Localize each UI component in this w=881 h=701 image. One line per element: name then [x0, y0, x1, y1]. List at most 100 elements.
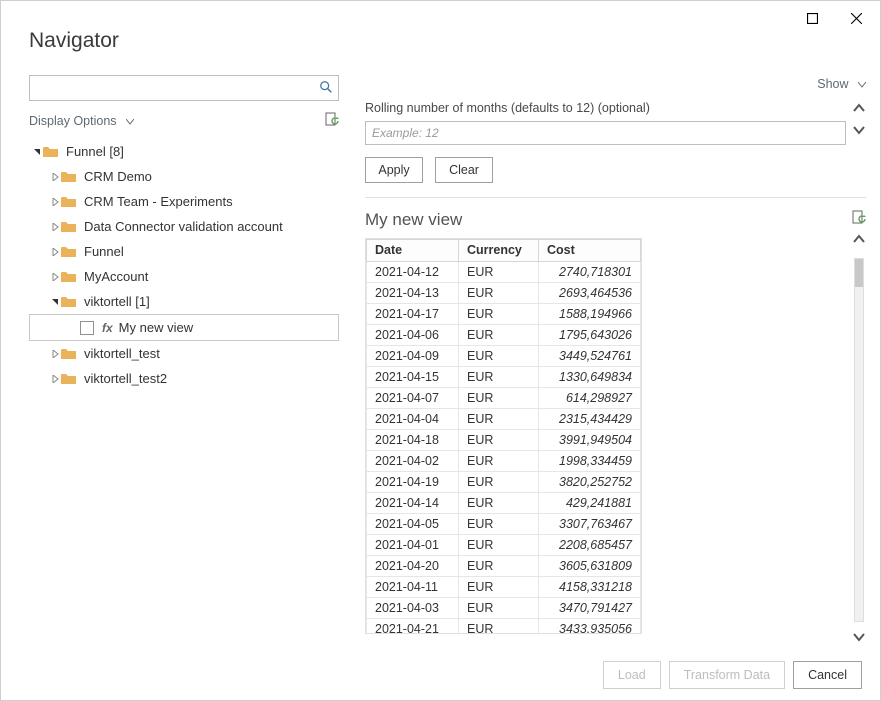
- preview-scrollbar[interactable]: [852, 232, 866, 648]
- expander-icon[interactable]: [49, 198, 61, 206]
- tree-folder[interactable]: CRM Team - Experiments: [29, 189, 339, 214]
- table-row[interactable]: 2021-04-12EUR2740,718301: [367, 262, 641, 283]
- expander-icon[interactable]: [49, 223, 61, 231]
- cell-currency: EUR: [459, 514, 539, 535]
- param-scroll[interactable]: [852, 101, 866, 183]
- tree-folder[interactable]: MyAccount: [29, 264, 339, 289]
- cell-cost: 3605,631809: [539, 556, 641, 577]
- cell-currency: EUR: [459, 346, 539, 367]
- table-row[interactable]: 2021-04-04EUR2315,434429: [367, 409, 641, 430]
- tree-label: My new view: [119, 320, 193, 335]
- apply-button[interactable]: Apply: [365, 157, 423, 183]
- table-row[interactable]: 2021-04-13EUR2693,464536: [367, 283, 641, 304]
- cell-cost: 3820,252752: [539, 472, 641, 493]
- transform-data-button[interactable]: Transform Data: [669, 661, 785, 689]
- folder-icon: [61, 296, 76, 308]
- show-dropdown[interactable]: Show: [817, 77, 866, 91]
- preview-panel: Show Rolling number of months (defaults …: [365, 75, 866, 648]
- preview-grid[interactable]: Date Currency Cost 2021-04-12EUR2740,718…: [365, 238, 642, 634]
- chevron-down-icon[interactable]: [852, 630, 866, 648]
- cell-currency: EUR: [459, 283, 539, 304]
- scroll-thumb[interactable]: [855, 259, 863, 287]
- tree-folder[interactable]: viktortell_test: [29, 341, 339, 366]
- table-row[interactable]: 2021-04-05EUR3307,763467: [367, 514, 641, 535]
- chevron-up-icon[interactable]: [852, 232, 866, 250]
- tree-label: Funnel: [84, 244, 124, 259]
- tree-leaf-selected[interactable]: fxMy new view: [29, 314, 339, 341]
- cell-cost: 1998,334459: [539, 451, 641, 472]
- expander-icon[interactable]: [49, 173, 61, 181]
- cell-cost: 4158,331218: [539, 577, 641, 598]
- cell-cost: 614,298927: [539, 388, 641, 409]
- tree-folder[interactable]: Data Connector validation account: [29, 214, 339, 239]
- chevron-down-icon[interactable]: [852, 123, 866, 141]
- table-row[interactable]: 2021-04-20EUR3605,631809: [367, 556, 641, 577]
- cancel-button[interactable]: Cancel: [793, 661, 862, 689]
- expander-icon[interactable]: [49, 350, 61, 358]
- cell-date: 2021-04-15: [367, 367, 459, 388]
- table-row[interactable]: 2021-04-02EUR1998,334459: [367, 451, 641, 472]
- cell-date: 2021-04-06: [367, 325, 459, 346]
- cell-currency: EUR: [459, 430, 539, 451]
- table-row[interactable]: 2021-04-15EUR1330,649834: [367, 367, 641, 388]
- table-row[interactable]: 2021-04-03EUR3470,791427: [367, 598, 641, 619]
- table-row[interactable]: 2021-04-17EUR1588,194966: [367, 304, 641, 325]
- tree-label: Funnel [8]: [66, 144, 124, 159]
- table-row[interactable]: 2021-04-21EUR3433,935056: [367, 619, 641, 635]
- tree-folder[interactable]: CRM Demo: [29, 164, 339, 189]
- cell-currency: EUR: [459, 451, 539, 472]
- table-row[interactable]: 2021-04-11EUR4158,331218: [367, 577, 641, 598]
- checkbox[interactable]: [80, 321, 94, 335]
- tree-folder[interactable]: viktortell_test2: [29, 366, 339, 391]
- display-options-dropdown[interactable]: Display Options: [29, 114, 134, 128]
- cell-cost: 429,241881: [539, 493, 641, 514]
- tree-folder[interactable]: Funnel: [29, 239, 339, 264]
- cell-date: 2021-04-03: [367, 598, 459, 619]
- cell-currency: EUR: [459, 367, 539, 388]
- cell-date: 2021-04-01: [367, 535, 459, 556]
- tree-root[interactable]: Funnel [8]: [29, 139, 339, 164]
- table-row[interactable]: 2021-04-01EUR2208,685457: [367, 535, 641, 556]
- table-row[interactable]: 2021-04-09EUR3449,524761: [367, 346, 641, 367]
- cell-date: 2021-04-04: [367, 409, 459, 430]
- expander-icon[interactable]: [49, 248, 61, 256]
- expander-icon[interactable]: [49, 273, 61, 281]
- chevron-down-icon: [126, 114, 134, 128]
- expander-icon[interactable]: [31, 148, 43, 156]
- load-button[interactable]: Load: [603, 661, 661, 689]
- cell-cost: 1588,194966: [539, 304, 641, 325]
- preview-title: My new view: [365, 210, 462, 230]
- cell-cost: 2693,464536: [539, 283, 641, 304]
- col-cost[interactable]: Cost: [539, 240, 641, 262]
- search-icon[interactable]: [319, 80, 333, 99]
- col-date[interactable]: Date: [367, 240, 459, 262]
- tree-folder[interactable]: viktortell [1]: [29, 289, 339, 314]
- cell-currency: EUR: [459, 262, 539, 283]
- table-row[interactable]: 2021-04-14EUR429,241881: [367, 493, 641, 514]
- cell-date: 2021-04-11: [367, 577, 459, 598]
- table-row[interactable]: 2021-04-06EUR1795,643026: [367, 325, 641, 346]
- cell-currency: EUR: [459, 577, 539, 598]
- expander-icon[interactable]: [49, 375, 61, 383]
- table-header-row: Date Currency Cost: [367, 240, 641, 262]
- chevron-up-icon[interactable]: [852, 101, 866, 119]
- table-row[interactable]: 2021-04-18EUR3991,949504: [367, 430, 641, 451]
- folder-icon: [61, 246, 76, 258]
- table-row[interactable]: 2021-04-19EUR3820,252752: [367, 472, 641, 493]
- tree-label: MyAccount: [84, 269, 148, 284]
- search-input[interactable]: [29, 75, 339, 101]
- cell-date: 2021-04-12: [367, 262, 459, 283]
- clear-button[interactable]: Clear: [435, 157, 493, 183]
- col-currency[interactable]: Currency: [459, 240, 539, 262]
- refresh-preview-icon[interactable]: [852, 210, 866, 231]
- maximize-icon: [807, 13, 818, 24]
- tree-label: Data Connector validation account: [84, 219, 283, 234]
- scroll-track[interactable]: [854, 258, 864, 622]
- table-row[interactable]: 2021-04-07EUR614,298927: [367, 388, 641, 409]
- cell-date: 2021-04-21: [367, 619, 459, 635]
- rolling-months-input[interactable]: [365, 121, 846, 145]
- expander-icon[interactable]: [49, 298, 61, 306]
- refresh-icon[interactable]: [325, 112, 339, 131]
- cell-date: 2021-04-14: [367, 493, 459, 514]
- tree-label: viktortell [1]: [84, 294, 150, 309]
